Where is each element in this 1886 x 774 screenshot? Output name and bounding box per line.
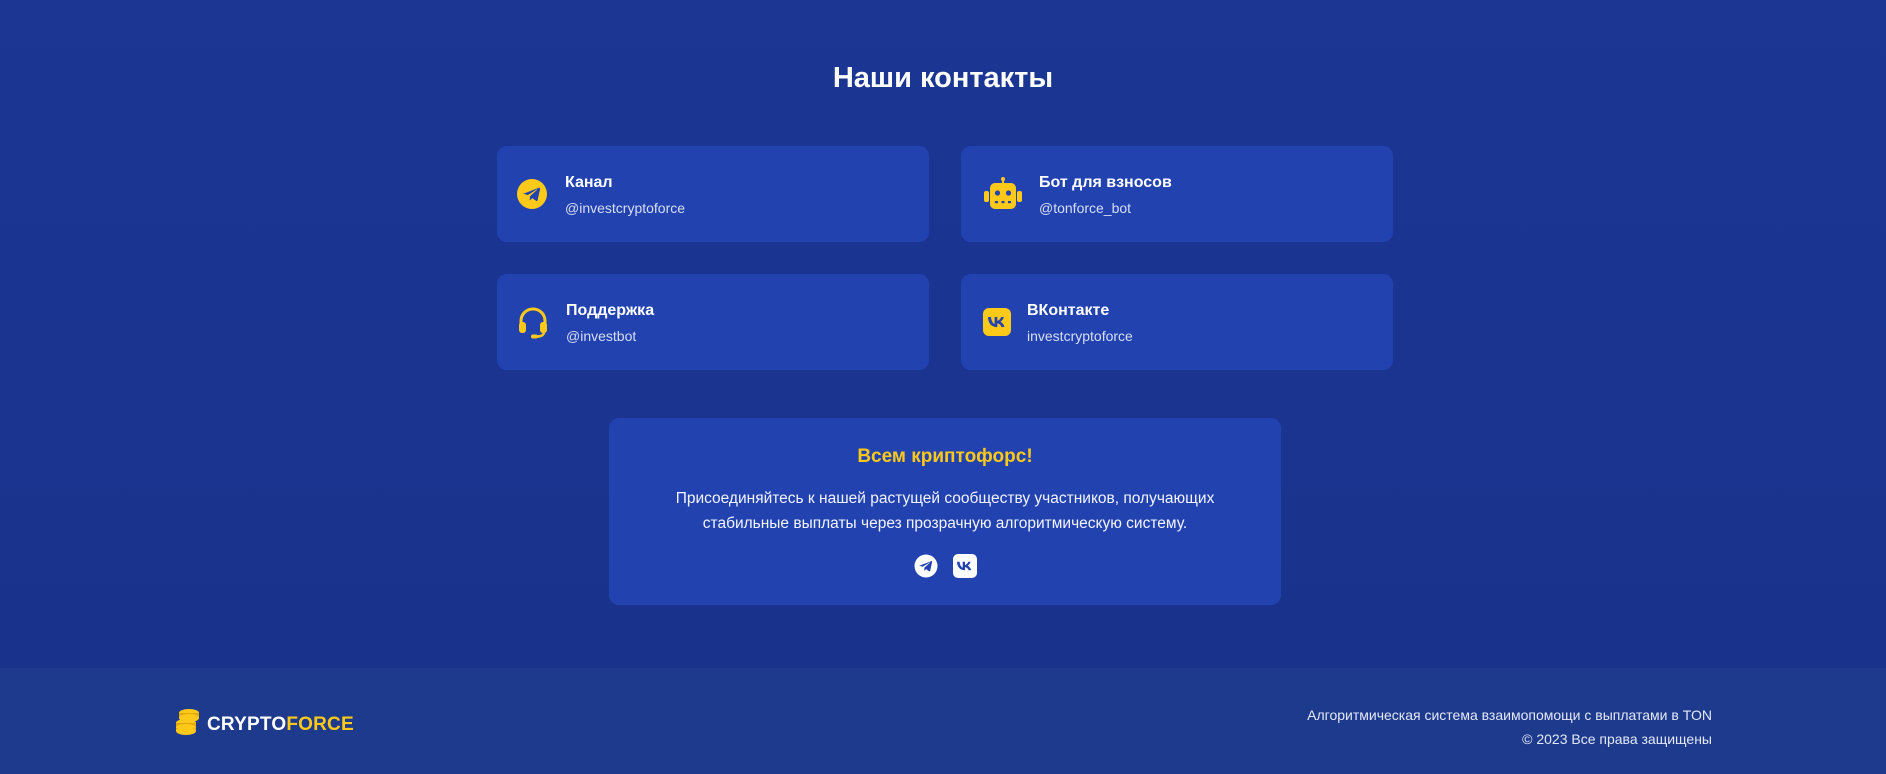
telegram-icon — [515, 176, 549, 212]
footer-tagline: Алгоритмическая система взаимопомощи с в… — [1307, 707, 1712, 723]
contact-handle[interactable]: @investbot — [566, 328, 636, 344]
contact-title: Поддержка — [566, 302, 655, 319]
contacts-section: Наши контакты Канал @investcryptoforce Б… — [0, 0, 1886, 668]
telegram-icon[interactable] — [914, 554, 938, 578]
vk-icon[interactable] — [952, 554, 977, 578]
vk-icon — [983, 304, 1011, 340]
headset-icon — [516, 304, 550, 340]
contact-card-bot[interactable]: Бот для взносов @tonforce_bot — [961, 146, 1393, 242]
contact-handle[interactable]: investcryptoforce — [1027, 328, 1133, 344]
community-cta: Всем криптофорс! Присоединяйтесь к нашей… — [609, 418, 1281, 605]
footer: CRYPTOFORCE Алгоритмическая система взаи… — [0, 668, 1886, 774]
robot-icon — [983, 176, 1023, 212]
contact-handle[interactable]: @tonforce_bot — [1039, 200, 1131, 216]
contact-handle[interactable]: @investcryptoforce — [565, 200, 685, 216]
section-title: Наши контакты — [832, 62, 1054, 94]
coins-icon — [175, 708, 201, 741]
footer-info: Алгоритмическая система взаимопомощи с в… — [1307, 703, 1712, 751]
logo-text: CRYPTOFORCE — [207, 713, 354, 735]
contact-card-support[interactable]: Поддержка @investbot — [497, 274, 929, 370]
logo[interactable]: CRYPTOFORCE — [175, 708, 354, 741]
contact-title: ВКонтакте — [1027, 302, 1110, 319]
cta-title: Всем криптофорс! — [857, 446, 1033, 467]
cta-social-links — [609, 554, 1281, 578]
cta-text: Присоединяйтесь к нашей растущей сообщес… — [675, 490, 1215, 532]
contact-title: Бот для взносов — [1039, 174, 1172, 191]
footer-copyright: © 2023 Все права защищены — [1522, 731, 1712, 747]
contact-title: Канал — [565, 174, 613, 191]
contact-card-channel[interactable]: Канал @investcryptoforce — [497, 146, 929, 242]
contact-card-vk[interactable]: ВКонтакте investcryptoforce — [961, 274, 1393, 370]
